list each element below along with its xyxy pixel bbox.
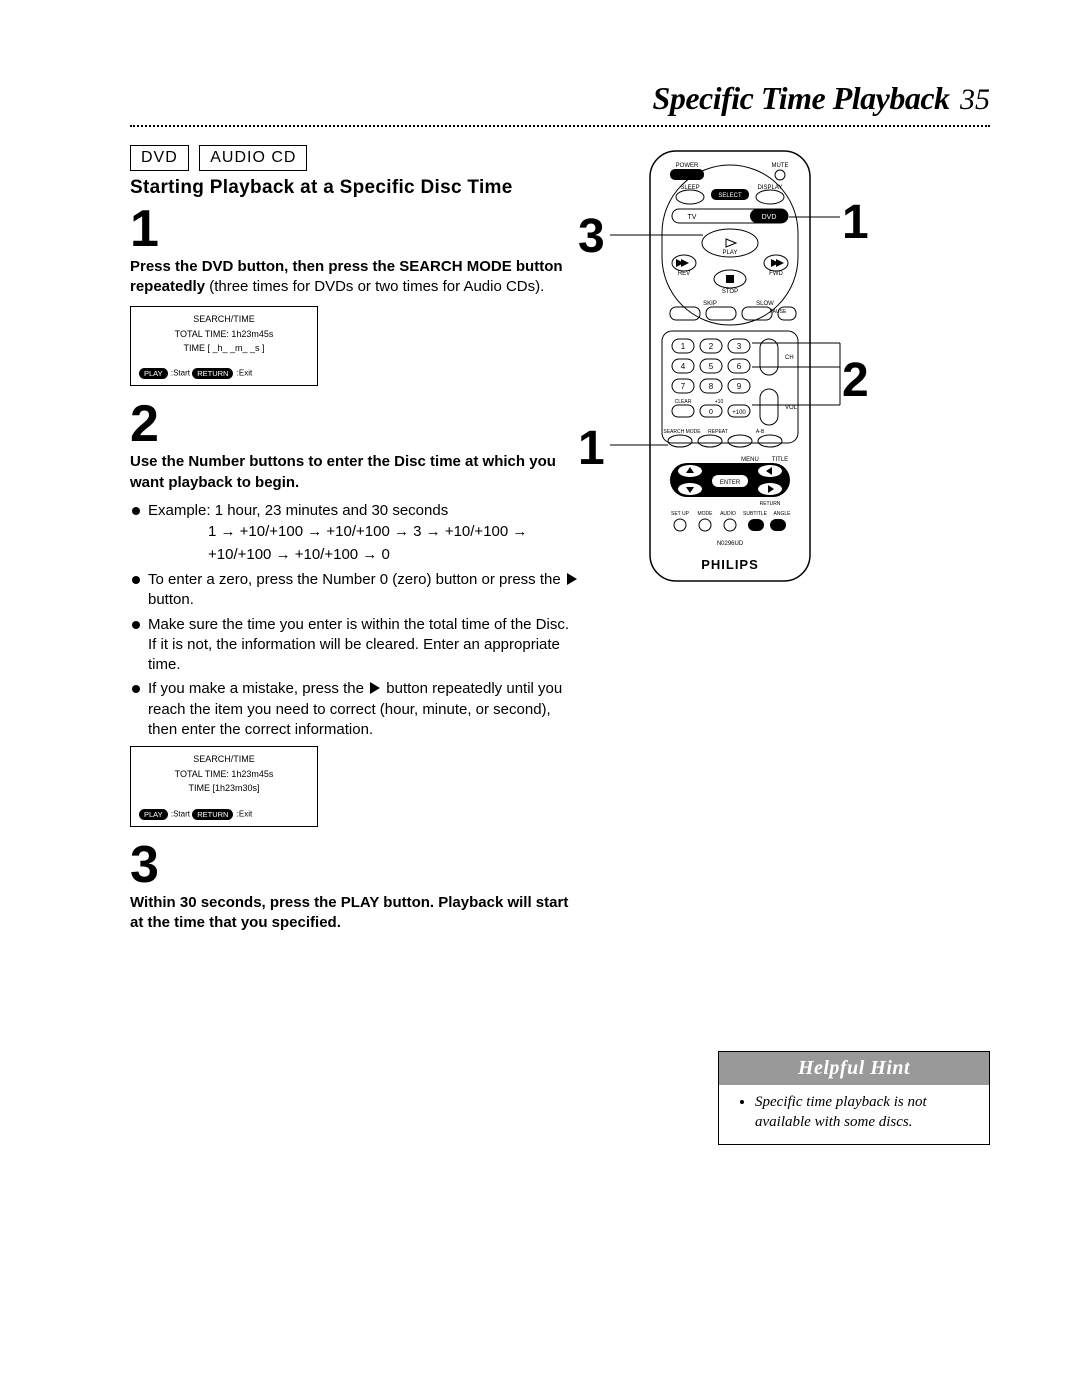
svg-text:STOP: STOP [722, 289, 738, 295]
hint-body: Specific time playback is not available … [719, 1085, 989, 1144]
svg-text:DISPLAY: DISPLAY [758, 185, 783, 191]
badge-audio-cd: AUDIO CD [199, 145, 307, 171]
osd2-time: TIME [1h23m30s] [139, 782, 309, 794]
content-column: DVD AUDIO CD Starting Playback at a Spec… [130, 145, 580, 941]
osd-box-1: SEARCH/TIME TOTAL TIME: 1h23m45s TIME [ … [130, 306, 318, 387]
page-header: Specific Time Playback 35 [130, 80, 990, 117]
svg-text:+100: +100 [732, 410, 746, 416]
svg-text:3: 3 [737, 342, 742, 351]
svg-text:MODE: MODE [698, 511, 714, 517]
svg-text:TITLE: TITLE [772, 457, 788, 463]
svg-text:SEARCH MODE: SEARCH MODE [663, 429, 701, 435]
svg-text:SLOW: SLOW [756, 301, 774, 307]
svg-text:TV: TV [688, 214, 697, 221]
svg-text:AUDIO: AUDIO [720, 511, 736, 517]
manual-page: Specific Time Playback 35 DVD AUDIO CD S… [0, 0, 1080, 1205]
section-title: Starting Playback at a Specific Disc Tim… [130, 177, 580, 199]
svg-text:9: 9 [737, 382, 742, 391]
svg-text:1: 1 [681, 342, 686, 351]
example-sequence: 1 → +10/+100 → +10/+100 → 3 → +10/+100 →… [208, 521, 580, 566]
play-icon [567, 573, 577, 585]
svg-text:REV: REV [678, 271, 690, 277]
svg-text:PHILIPS: PHILIPS [701, 557, 759, 572]
svg-text:POWER: POWER [676, 163, 699, 169]
svg-text:CLEAR: CLEAR [675, 399, 692, 405]
svg-text:A-B: A-B [756, 429, 765, 435]
remote-svg: POWER MUTE SLEEP SELECT DISPLAY TV DVD [610, 145, 870, 625]
step1-text: Press the DVD button, then press the SEA… [130, 257, 580, 298]
svg-text:MUTE: MUTE [772, 163, 789, 169]
step1-rest: (three times for DVDs or two times for A… [205, 278, 544, 295]
hint-title: Helpful Hint [719, 1052, 989, 1085]
svg-text:MENU: MENU [741, 457, 759, 463]
bullet-within-total: Make sure the time you enter is within t… [130, 615, 580, 676]
bullet-mistake: If you make a mistake, press the button … [130, 679, 580, 740]
bullet-example: Example: 1 hour, 23 minutes and 30 secon… [130, 501, 580, 566]
helpful-hint-box: Helpful Hint Specific time playback is n… [718, 1051, 990, 1145]
step2-text: Use the Number buttons to enter the Disc… [130, 452, 580, 493]
callout-1-right: 1 [842, 195, 869, 250]
pill-return-1: RETURN [192, 368, 233, 379]
osd1-time: TIME [ _h_ _m_ _s ] [139, 342, 309, 354]
step3-text: Within 30 seconds, press the PLAY button… [130, 893, 580, 934]
osd2-total: TOTAL TIME: 1h23m45s [139, 768, 309, 780]
svg-text:VOL: VOL [785, 405, 798, 411]
osd1-total: TOTAL TIME: 1h23m45s [139, 328, 309, 340]
osd-box-2: SEARCH/TIME TOTAL TIME: 1h23m45s TIME [1… [130, 746, 318, 827]
svg-text:N0296UD: N0296UD [717, 541, 744, 547]
callout-1-left: 1 [578, 421, 605, 476]
step-number-1: 1 [130, 203, 580, 255]
svg-text:SUBTITLE: SUBTITLE [743, 511, 768, 517]
svg-text:5: 5 [709, 362, 714, 371]
osd1-title: SEARCH/TIME [139, 313, 309, 325]
svg-text:RETURN: RETURN [760, 501, 781, 507]
pill-play-1: PLAY [139, 368, 168, 379]
hint-item: Specific time playback is not available … [755, 1093, 975, 1132]
callout-2-right: 2 [842, 353, 869, 408]
svg-text:SLEEP: SLEEP [680, 185, 699, 191]
pill-return-2: RETURN [192, 809, 233, 820]
svg-text:FWD: FWD [769, 271, 783, 277]
step2-bold: Use the Number buttons to enter the Disc… [130, 453, 556, 490]
illustration-column: 3 1 1 2 POWER MUTE SLEEP [610, 145, 990, 1145]
svg-text:6: 6 [737, 362, 742, 371]
step2-bullets: Example: 1 hour, 23 minutes and 30 secon… [130, 501, 580, 740]
svg-text:8: 8 [709, 382, 714, 391]
step3-bold: Within 30 seconds, press the PLAY button… [130, 894, 568, 931]
page-title: Specific Time Playback [653, 80, 950, 116]
step-number-2: 2 [130, 398, 580, 450]
svg-text:7: 7 [681, 382, 686, 391]
svg-text:SELECT: SELECT [718, 193, 742, 199]
svg-text:PLAY: PLAY [723, 250, 738, 256]
dotted-rule [130, 125, 990, 127]
osd2-footer: PLAY :Start RETURN :Exit [139, 809, 309, 820]
svg-text:DVD: DVD [762, 214, 777, 221]
badge-dvd: DVD [130, 145, 189, 171]
step-number-3: 3 [130, 839, 580, 891]
osd1-footer: PLAY :Start RETURN :Exit [139, 368, 309, 379]
bullet-zero: To enter a zero, press the Number 0 (zer… [130, 570, 580, 611]
osd2-title: SEARCH/TIME [139, 753, 309, 765]
svg-text:4: 4 [681, 362, 686, 371]
svg-text:CH: CH [785, 355, 794, 361]
page-number: 35 [960, 83, 990, 116]
play-icon [370, 682, 380, 694]
svg-text:SET UP: SET UP [671, 511, 690, 517]
callout-3: 3 [578, 209, 605, 264]
svg-text:ENTER: ENTER [720, 480, 741, 486]
svg-text:ANGLE: ANGLE [774, 511, 792, 517]
svg-text:0: 0 [709, 409, 713, 416]
svg-text:+10: +10 [715, 399, 724, 405]
svg-text:2: 2 [709, 342, 714, 351]
remote-illustration: 3 1 1 2 POWER MUTE SLEEP [610, 145, 950, 625]
pill-play-2: PLAY [139, 809, 168, 820]
svg-text:REPEAT: REPEAT [708, 429, 728, 435]
disc-type-badges: DVD AUDIO CD [130, 145, 580, 171]
svg-text:SKIP: SKIP [703, 301, 717, 307]
